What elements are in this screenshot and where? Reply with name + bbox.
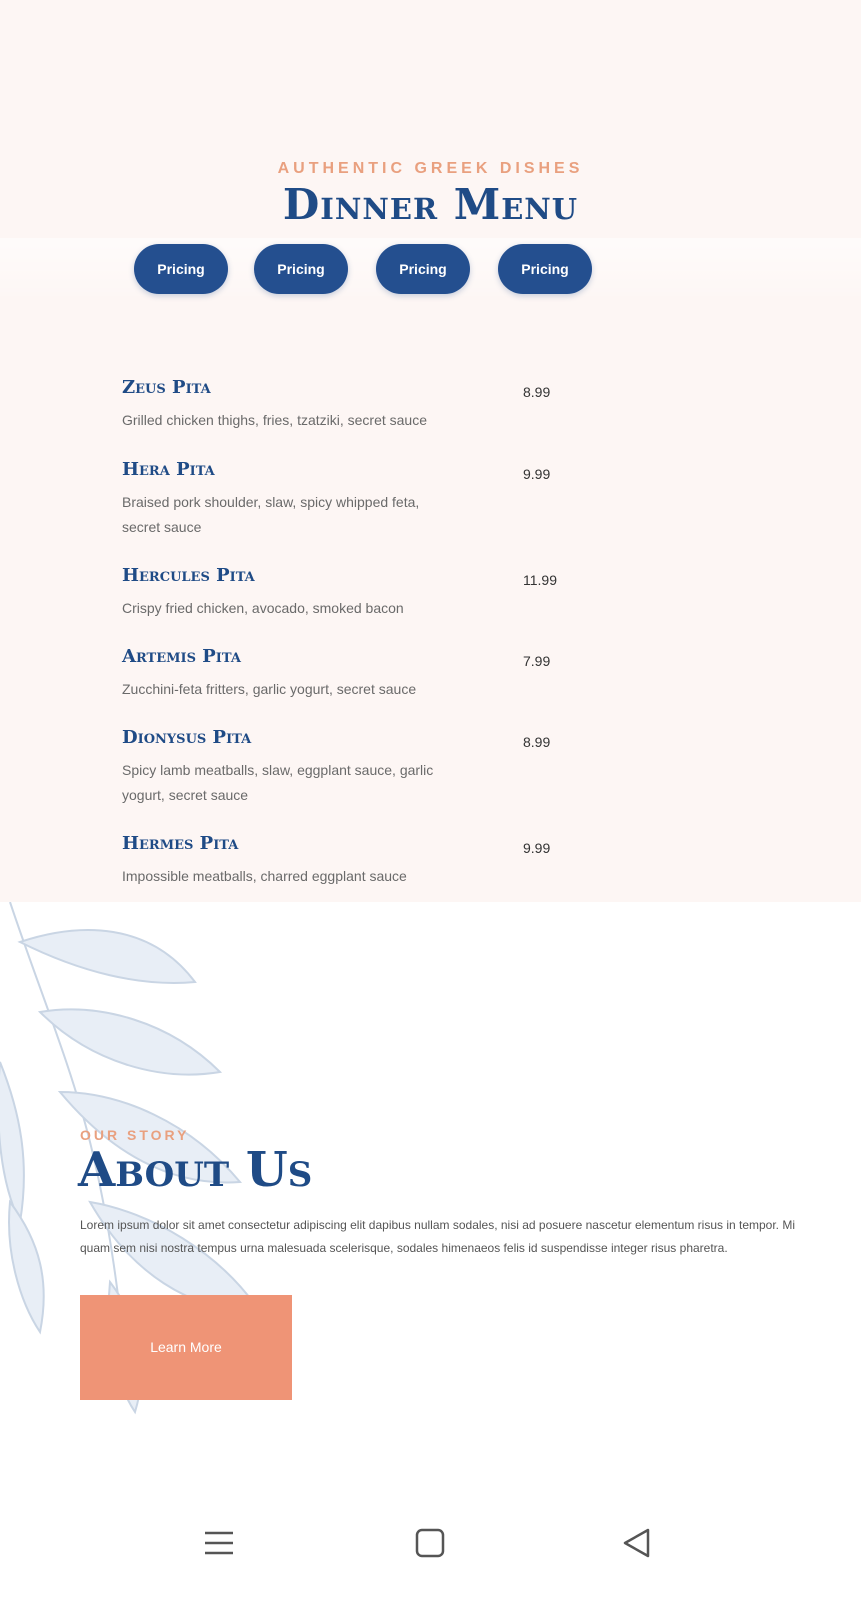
back-icon[interactable] xyxy=(620,1527,652,1559)
pricing-tab-1[interactable]: Pricing xyxy=(134,244,228,294)
home-icon[interactable] xyxy=(414,1527,446,1559)
pricing-tab-2[interactable]: Pricing xyxy=(254,244,348,294)
menu-title: Dinner Menu xyxy=(282,180,579,229)
about-title: About Us xyxy=(78,1142,313,1198)
menu-eyebrow: AUTHENTIC GREEK DISHES xyxy=(277,160,584,177)
menu-item-name: Zeus Pita xyxy=(122,377,211,398)
menu-item-description: Zucchini-feta fritters, garlic yogurt, s… xyxy=(122,681,417,697)
menu-item-price: 8.99 xyxy=(523,384,551,400)
pricing-tab-3[interactable]: Pricing xyxy=(376,244,470,294)
menu-item-price: 8.99 xyxy=(523,734,551,750)
menu-item-name: Hermes Pita xyxy=(122,833,239,854)
menu-item-price: 7.99 xyxy=(523,653,551,669)
menu-item-name: Hercules Pita xyxy=(122,565,255,586)
menu-item-description: Spicy lamb meatballs, slaw, eggplant sau… xyxy=(122,762,434,803)
menu-item-description: Crispy fried chicken, avocado, smoked ba… xyxy=(122,600,404,616)
menu-item-description: Grilled chicken thighs, fries, tzatziki,… xyxy=(122,412,428,428)
menu-item-name: Hera Pita xyxy=(122,459,215,480)
about-body-text: Lorem ipsum dolor sit amet consectetur a… xyxy=(80,1218,796,1255)
menu-item-description: Braised pork shoulder, slaw, spicy whipp… xyxy=(122,494,420,535)
menu-item-name: Dionysus Pita xyxy=(122,727,252,748)
menu-icon[interactable] xyxy=(203,1527,235,1559)
menu-item-name: Artemis Pita xyxy=(122,646,241,667)
menu-item-price: 9.99 xyxy=(523,466,551,482)
menu-item-price: 9.99 xyxy=(523,840,551,856)
learn-more-button[interactable]: Learn More xyxy=(80,1295,292,1400)
pricing-tab-4[interactable]: Pricing xyxy=(498,244,592,294)
menu-item-price: 11.99 xyxy=(523,572,557,588)
about-eyebrow: OUR STORY xyxy=(80,1127,190,1143)
menu-item-description: Impossible meatballs, charred eggplant s… xyxy=(122,868,407,884)
